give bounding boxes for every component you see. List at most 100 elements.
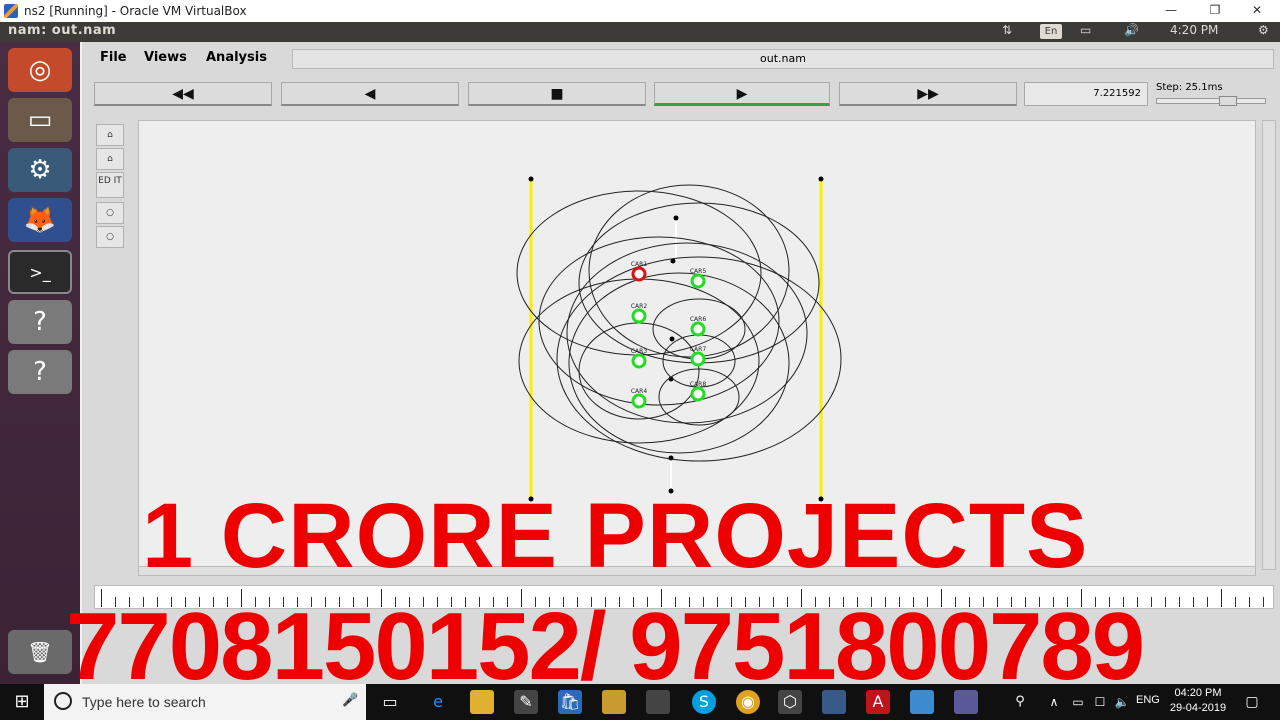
car-node	[631, 353, 647, 369]
microphone-icon[interactable]: 🎤	[342, 693, 358, 708]
system-settings-icon[interactable]: ⚙	[1258, 23, 1269, 37]
car-node	[631, 308, 647, 324]
menu-file[interactable]: File	[100, 50, 127, 65]
small-node-icon[interactable]: ○	[96, 226, 124, 248]
relay-node	[673, 215, 679, 221]
rewind-button[interactable]: ◀	[281, 82, 459, 106]
ns2-running-icon[interactable]	[822, 690, 846, 714]
skype-icon[interactable]: S	[692, 690, 716, 714]
action-center-icon[interactable]: ▢	[1240, 690, 1264, 714]
windows-taskbar: ⊞ Type here to search 🎤 ▭ e ✎ 🛍 S ◉ ⬡ A …	[0, 684, 1280, 720]
keyboard-language-indicator[interactable]: En	[1040, 24, 1062, 39]
playback-controls: ◀◀ ◀ ■ ▶ ▶▶ 7.221592 Step: 25.1ms	[94, 80, 1279, 110]
acrobat-icon[interactable]: A	[866, 690, 890, 714]
car-label: CAR1	[631, 261, 647, 268]
step-slider-knob[interactable]	[1219, 96, 1237, 106]
tray-expand-icon[interactable]: ∧	[1042, 690, 1066, 714]
files-icon[interactable]: ▭	[8, 98, 72, 142]
volume-icon[interactable]: 🔊	[1124, 23, 1139, 37]
ubuntu-dash-icon[interactable]: ◎	[8, 48, 72, 92]
virtualbox-cube-icon[interactable]: ⬡	[778, 690, 802, 714]
car-node	[690, 351, 706, 367]
unknown-app-icon[interactable]: ?	[8, 300, 72, 344]
settings-icon[interactable]: ⚙	[8, 148, 72, 192]
car-label: CAR3	[631, 348, 647, 355]
car-node	[690, 273, 706, 289]
zoom-in-icon[interactable]: ⌂	[96, 124, 124, 146]
menu-bar: File Views Analysis out.nam	[90, 48, 1275, 70]
node-circle-icon[interactable]: ○	[96, 202, 124, 224]
system-clock[interactable]: 04:20 PM 29-04-2019	[1168, 686, 1228, 716]
ubuntu-launcher: ◎ ▭ ⚙ 🦊 >_ ? ? 🗑	[0, 42, 80, 684]
unknown-app-icon[interactable]: ?	[8, 350, 72, 394]
virtualbox-titlebar: ns2 [Running] - Oracle VM VirtualBox — ❐…	[0, 0, 1280, 22]
program-icon[interactable]	[954, 690, 978, 714]
zoom-out-icon[interactable]: ⌂	[96, 148, 124, 170]
menu-analysis[interactable]: Analysis	[206, 50, 267, 65]
store-icon[interactable]: 🛍	[558, 690, 582, 714]
edit-toolstrip: ⌂ ⌂ ED IT ○ ○	[94, 120, 126, 570]
car-label: CAR4	[631, 388, 647, 395]
network-icon[interactable]: ▭	[1066, 690, 1090, 714]
active-window-title: nam: out.nam	[8, 23, 117, 38]
relay-node	[669, 336, 675, 342]
search-circle-icon	[54, 692, 72, 710]
play-button[interactable]: ▶	[654, 82, 830, 106]
timeline-tick	[1263, 597, 1264, 607]
fast-forward-button[interactable]: ▶▶	[839, 82, 1017, 106]
firefox-icon[interactable]: 🦊	[8, 198, 72, 242]
taskbar-search[interactable]: Type here to search 🎤	[44, 684, 366, 720]
car-label: CAR2	[631, 303, 647, 310]
folder-icon[interactable]	[602, 690, 626, 714]
car-label: CAR8	[690, 381, 706, 388]
stop-button[interactable]: ■	[468, 82, 646, 106]
step-control: Step: 25.1ms	[1152, 82, 1272, 110]
task-view-icon[interactable]: ▭	[378, 690, 402, 714]
notes-icon[interactable]	[910, 690, 934, 714]
battery-icon[interactable]: ▭	[1080, 23, 1091, 37]
timeline-tick	[1193, 597, 1194, 607]
minimize-button[interactable]: —	[1148, 0, 1194, 22]
timeline-tick	[1165, 597, 1166, 607]
car-label: CAR6	[690, 316, 706, 323]
search-placeholder: Type here to search	[82, 694, 206, 710]
sticky-notes-icon[interactable]: ✎	[514, 690, 538, 714]
edit-tool-button[interactable]: ED IT	[96, 172, 124, 198]
car-node	[631, 393, 647, 409]
restore-button[interactable]: ❐	[1192, 0, 1238, 22]
people-icon[interactable]: ⚲	[1008, 690, 1032, 714]
car-label: CAR7	[690, 346, 706, 353]
trash-icon[interactable]: 🗑	[8, 630, 72, 674]
timeline-tick	[1249, 597, 1250, 607]
wifi-icon[interactable]: ☐	[1088, 690, 1112, 714]
trace-file-name: out.nam	[292, 49, 1274, 69]
step-slider[interactable]	[1156, 96, 1266, 106]
step-label: Step: 25.1ms	[1156, 82, 1223, 93]
file-explorer-icon[interactable]	[470, 690, 494, 714]
timeline-tick	[1221, 589, 1222, 607]
network-updown-icon[interactable]: ⇅	[1002, 23, 1012, 37]
car-node	[690, 386, 706, 402]
chrome-icon[interactable]: ◉	[736, 690, 760, 714]
panel-clock[interactable]: 4:20 PM	[1170, 23, 1218, 37]
timeline-tick	[1235, 597, 1236, 607]
input-language[interactable]: ENG	[1136, 694, 1160, 706]
virtualbox-app-icon	[4, 4, 18, 18]
windows-start-icon[interactable]: ⊞	[0, 684, 44, 720]
vertical-scrollbar[interactable]	[1262, 120, 1276, 570]
simulation-time: 7.221592	[1024, 82, 1148, 106]
document-icon[interactable]	[646, 690, 670, 714]
watermark-title: 1 CRORE PROJECTS	[142, 485, 1089, 587]
edge-icon[interactable]: e	[426, 690, 450, 714]
menu-views[interactable]: Views	[144, 50, 187, 65]
timeline-tick	[1151, 597, 1152, 607]
transmission-ranges	[516, 184, 842, 462]
speaker-icon[interactable]: 🔈	[1110, 690, 1134, 714]
terminal-icon[interactable]: >_	[8, 250, 72, 294]
fast-rewind-button[interactable]: ◀◀	[94, 82, 272, 106]
car-label: CAR5	[690, 268, 706, 275]
clock-time: 04:20 PM	[1174, 687, 1222, 699]
ubuntu-top-panel: nam: out.nam ⇅ En ▭ 🔊 4:20 PM ⚙	[0, 22, 1280, 42]
close-button[interactable]: ✕	[1234, 0, 1280, 22]
timeline-tick	[1207, 597, 1208, 607]
